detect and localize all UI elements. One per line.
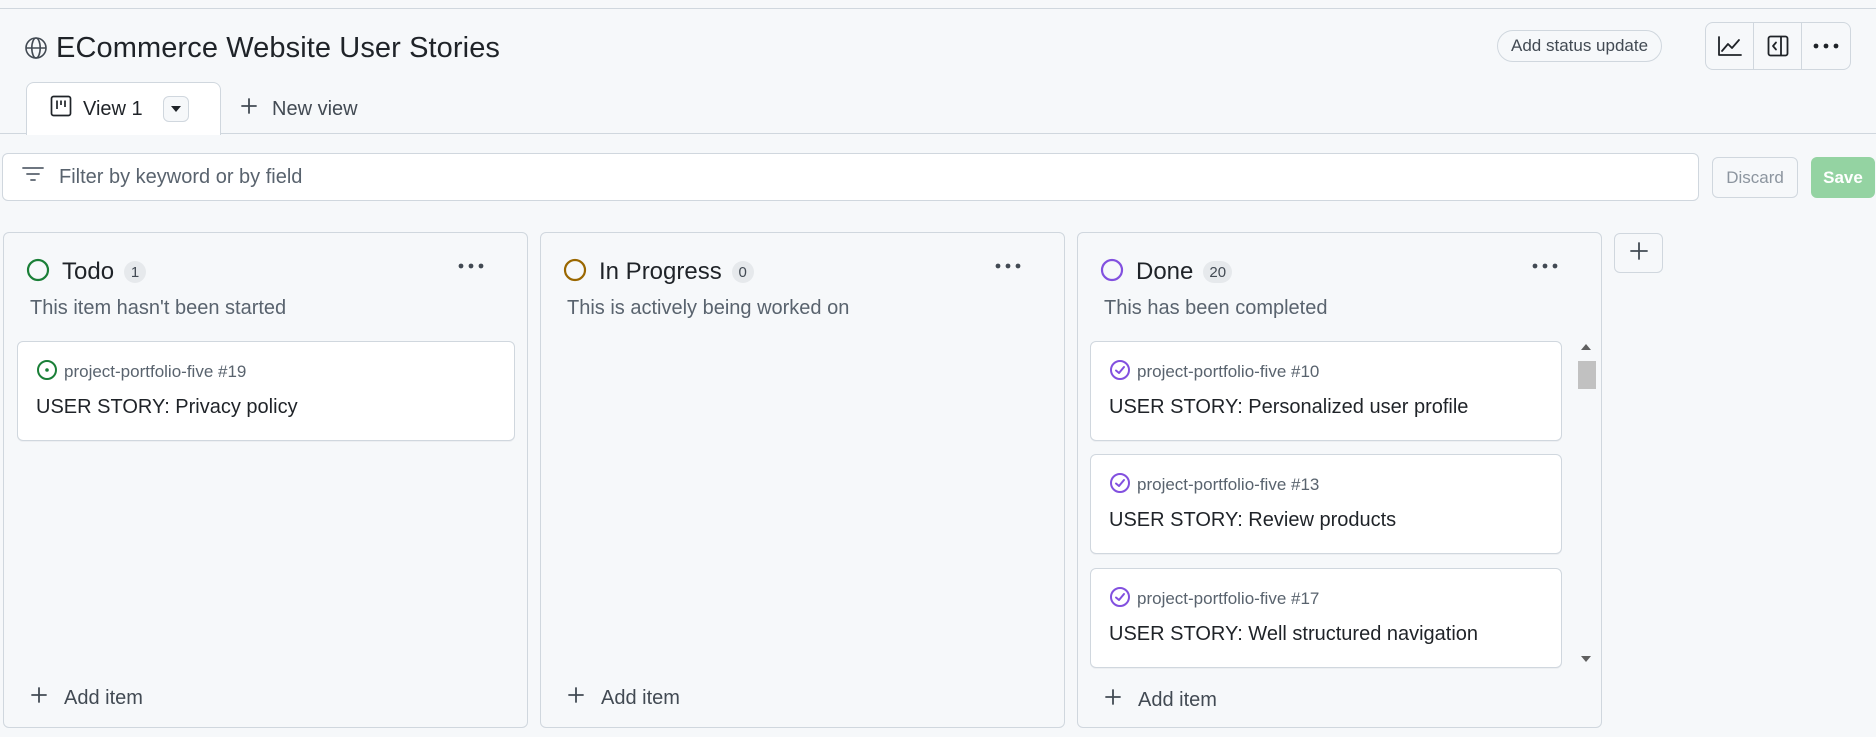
card-ref: project-portfolio-five #17 [1109, 586, 1319, 613]
plus-icon [1629, 241, 1649, 266]
add-item-button[interactable]: Add item [567, 683, 680, 713]
card-title[interactable]: USER STORY: Privacy policy [36, 396, 298, 419]
issue-card[interactable]: project-portfolio-five #19 USER STORY: P… [17, 341, 515, 441]
plus-icon [240, 97, 258, 121]
column-description: This is actively being worked on [567, 297, 850, 319]
add-item-button[interactable]: Add item [30, 683, 143, 713]
column-name: Done [1136, 258, 1194, 285]
column-description: This item hasn't been started [30, 297, 287, 319]
globe-icon [24, 36, 48, 60]
card-ref-text[interactable]: project-portfolio-five #10 [1137, 362, 1319, 382]
new-view-button[interactable]: New view [240, 94, 358, 124]
top-divider [0, 8, 1876, 9]
add-item-label: Add item [64, 686, 143, 709]
scroll-down-icon[interactable] [1580, 655, 1592, 663]
column-count: 0 [731, 261, 754, 283]
scrollbar-thumb[interactable] [1578, 361, 1596, 389]
closed-issue-icon [1109, 472, 1131, 499]
add-item-button[interactable]: Add item [1104, 685, 1217, 715]
cards-scrollbar[interactable] [1577, 341, 1596, 667]
column-name: Todo [62, 258, 115, 285]
card-title[interactable]: USER STORY: Well structured navigation [1109, 623, 1478, 646]
column-count: 20 [1203, 261, 1233, 283]
plus-icon [1104, 688, 1122, 712]
add-item-label: Add item [601, 686, 680, 709]
save-button[interactable]: Save [1811, 157, 1875, 198]
issue-card[interactable]: project-portfolio-five #13 USER STORY: R… [1090, 454, 1562, 554]
add-column-button[interactable] [1614, 233, 1663, 273]
column-menu-icon[interactable] [988, 251, 1028, 281]
project-header: ECommerce Website User Stories [24, 28, 500, 68]
insights-icon[interactable] [1706, 23, 1754, 69]
column-header: Done 20 [1100, 255, 1233, 289]
column-in-progress: In Progress 0 This is actively being wor… [540, 232, 1065, 728]
card-ref-text[interactable]: project-portfolio-five #17 [1137, 589, 1319, 609]
closed-issue-icon [1109, 359, 1131, 386]
tab-label: View 1 [83, 97, 143, 120]
in-progress-status-icon [563, 258, 587, 287]
column-header: Todo 1 [26, 255, 147, 289]
more-options-icon[interactable] [1802, 23, 1850, 69]
column-name: In Progress [599, 258, 722, 285]
closed-issue-icon [1109, 586, 1131, 613]
side-panel-icon[interactable] [1754, 23, 1802, 69]
filter-icon [21, 165, 45, 189]
tab-view-1[interactable]: View 1 [26, 82, 221, 135]
discard-button[interactable]: Discard [1712, 157, 1798, 198]
column-count: 1 [124, 261, 147, 283]
column-header: In Progress 0 [563, 255, 754, 289]
issue-card[interactable]: project-portfolio-five #10 USER STORY: P… [1090, 341, 1562, 441]
add-status-update-button[interactable]: Add status update [1497, 30, 1663, 62]
scroll-up-icon[interactable] [1580, 343, 1592, 351]
card-ref: project-portfolio-five #13 [1109, 472, 1319, 499]
card-ref-text[interactable]: project-portfolio-five #13 [1137, 475, 1319, 495]
card-title[interactable]: USER STORY: Review products [1109, 509, 1396, 532]
header-actions [1705, 22, 1851, 70]
plus-icon [567, 686, 585, 710]
column-done: Done 20 This has been completed project-… [1077, 232, 1602, 728]
card-ref-text[interactable]: project-portfolio-five #19 [64, 362, 246, 382]
todo-status-icon [26, 258, 50, 287]
filter-input[interactable]: Filter by keyword or by field [2, 153, 1699, 201]
page-title: ECommerce Website User Stories [56, 31, 501, 64]
column-menu-icon[interactable] [1525, 251, 1565, 281]
view-tabs: View 1 New view [0, 80, 1876, 135]
filter-placeholder: Filter by keyword or by field [59, 165, 303, 188]
column-description: This has been completed [1104, 297, 1328, 319]
issue-card[interactable]: project-portfolio-five #17 USER STORY: W… [1090, 568, 1562, 668]
plus-icon [30, 686, 48, 710]
view-options-dropdown[interactable] [162, 96, 189, 122]
open-issue-icon [36, 359, 58, 386]
card-ref: project-portfolio-five #19 [36, 359, 246, 386]
column-menu-icon[interactable] [451, 251, 491, 281]
column-todo: Todo 1 This item hasn't been started pro… [3, 232, 528, 728]
done-status-icon [1100, 258, 1124, 287]
new-view-label: New view [272, 97, 358, 120]
board-icon [49, 94, 73, 124]
card-title[interactable]: USER STORY: Personalized user profile [1109, 396, 1468, 419]
card-ref: project-portfolio-five #10 [1109, 359, 1319, 386]
add-item-label: Add item [1138, 688, 1217, 711]
